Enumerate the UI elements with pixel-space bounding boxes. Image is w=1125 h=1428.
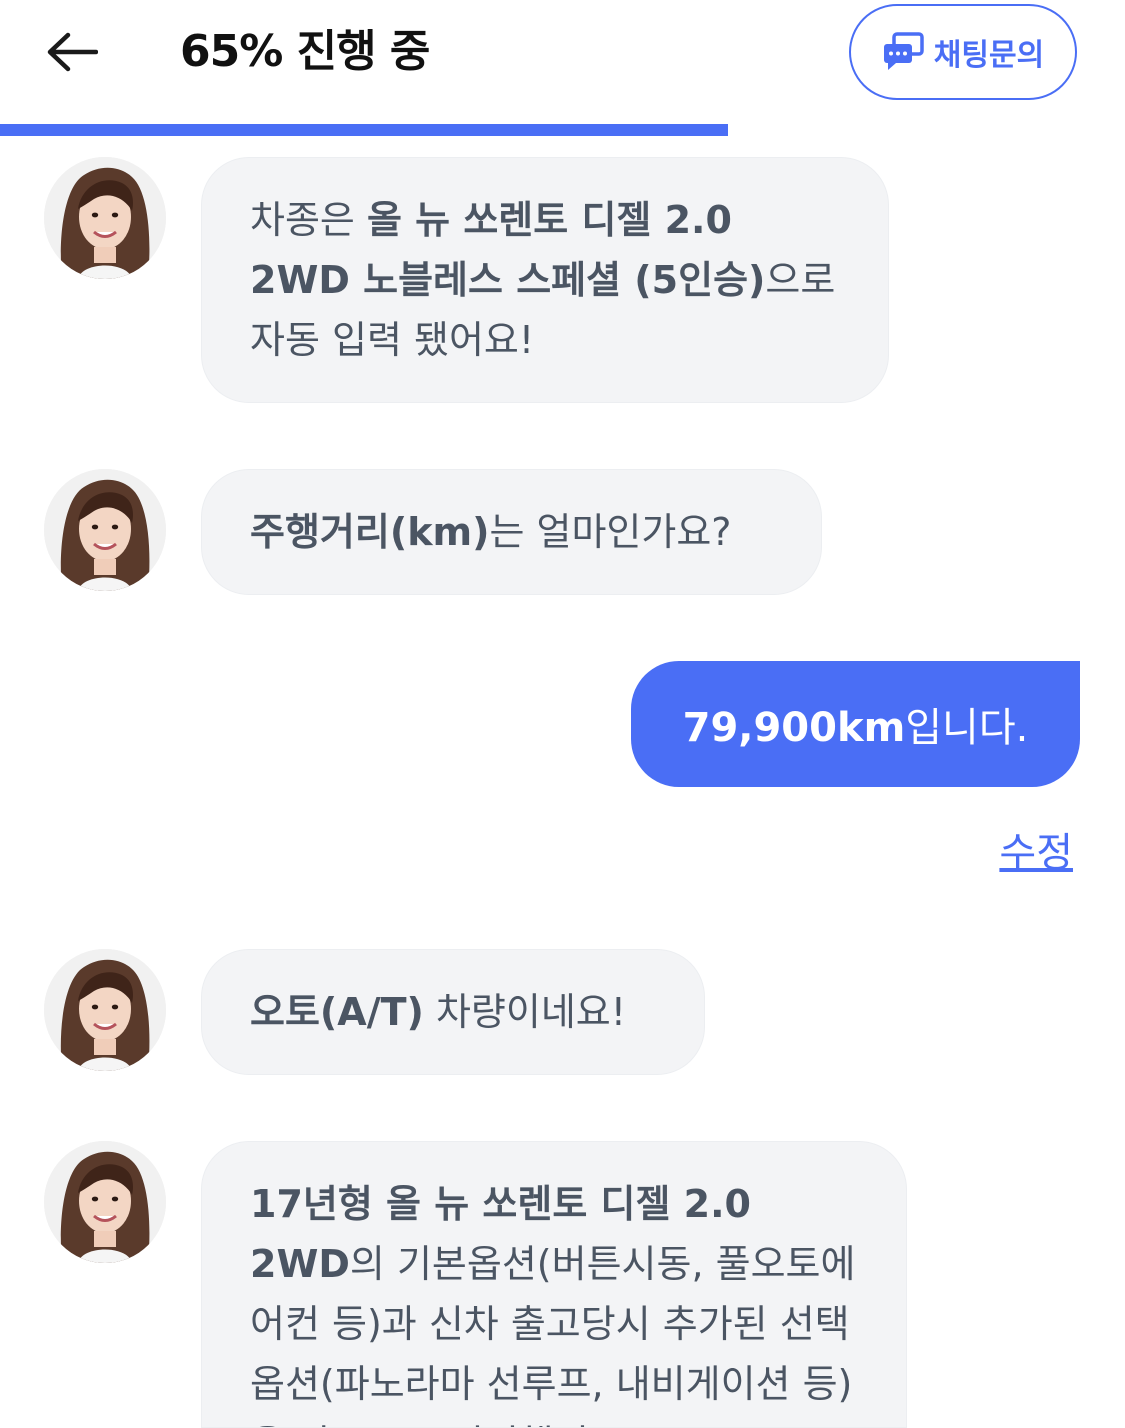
- agent-avatar: [44, 157, 166, 279]
- progress-bar-fill: [0, 124, 728, 136]
- arrow-left-icon: [47, 32, 98, 72]
- chat-inquiry-button[interactable]: 채팅문의: [849, 4, 1077, 100]
- agent-avatar: [44, 1141, 166, 1263]
- back-button[interactable]: [40, 22, 104, 82]
- agent-message-bubble: 오토(A/T) 차량이네요!: [201, 949, 705, 1075]
- agent-message-bubble: 17년형 올 뉴 쏘렌토 디젤 2.0 2WD의 기본옵션(버튼시동, 풀오토에…: [201, 1141, 907, 1428]
- edit-answer-link[interactable]: 수정: [999, 820, 1073, 878]
- header-bar: 65% 진행 중 채팅문의: [0, 0, 1125, 124]
- transmission-strong: 오토(A/T): [250, 990, 424, 1034]
- mileage-question-strong: 주행거리(km): [250, 510, 490, 554]
- message-text: 차종은: [250, 198, 367, 242]
- message-text: 차량이네요!: [423, 990, 626, 1034]
- agent-avatar: [44, 949, 166, 1071]
- agent-message-bubble: 차종은 올 뉴 쏘렌토 디젤 2.0 2WD 노블레스 스페셜 (5인승)으로 …: [201, 157, 889, 403]
- agent-avatar: [44, 469, 166, 591]
- user-message-bubble: 79,900km입니다.: [631, 661, 1080, 787]
- mileage-value: 79,900km: [682, 705, 906, 751]
- message-text: 는 얼마인가요?: [489, 510, 732, 554]
- chat-inquiry-label: 채팅문의: [933, 38, 1045, 73]
- chat-bubbles-icon: [883, 32, 924, 70]
- message-text: 입니다.: [905, 705, 1029, 751]
- progress-bar: [0, 124, 1125, 136]
- page-title: 65% 진행 중: [180, 26, 430, 77]
- agent-message-bubble: 주행거리(km)는 얼마인가요?: [201, 469, 822, 595]
